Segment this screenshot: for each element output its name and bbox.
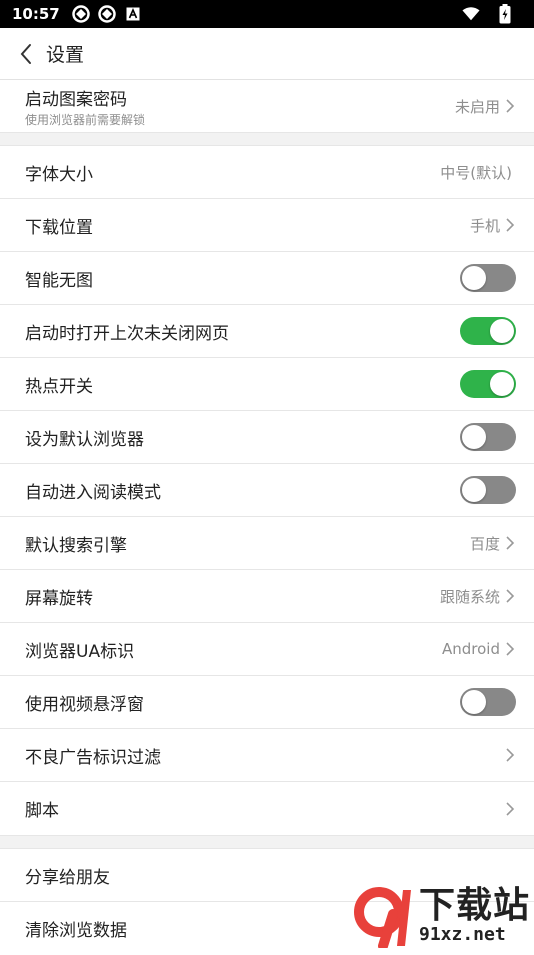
- setting-label: 屏幕旋转: [25, 588, 93, 609]
- setting-default-browser[interactable]: 设为默认浏览器: [0, 411, 534, 464]
- setting-label: 清除浏览数据: [25, 921, 127, 941]
- back-button[interactable]: [12, 40, 40, 68]
- setting-label: 热点开关: [25, 376, 93, 397]
- setting-clear-data[interactable]: 清除浏览数据: [0, 902, 534, 955]
- chevron-right-icon: [504, 217, 516, 233]
- setting-value: 手机: [469, 216, 500, 235]
- setting-label: 下载位置: [25, 217, 93, 238]
- setting-value: Android: [442, 640, 500, 658]
- setting-auto-reading-mode[interactable]: 自动进入阅读模式: [0, 464, 534, 517]
- toggle-knob: [462, 266, 486, 290]
- chevron-right-icon: [504, 747, 516, 763]
- wifi-icon: [462, 5, 480, 23]
- setting-font-size[interactable]: 字体大小 中号(默认): [0, 146, 534, 199]
- sync-icon-2: [98, 5, 116, 23]
- setting-hotspot[interactable]: 热点开关: [0, 358, 534, 411]
- setting-subtitle: 使用浏览器前需要解锁: [25, 112, 146, 127]
- setting-pattern-lock[interactable]: 启动图案密码 使用浏览器前需要解锁 未启用: [0, 80, 534, 132]
- setting-label: 启动图案密码: [25, 89, 127, 110]
- setting-screen-rotation[interactable]: 屏幕旋转 跟随系统: [0, 570, 534, 623]
- setting-label: 启动时打开上次未关闭网页: [25, 323, 229, 344]
- page-title: 设置: [46, 44, 85, 66]
- settings-group-security: 启动图案密码 使用浏览器前需要解锁 未启用: [0, 80, 534, 132]
- toggle-knob: [462, 425, 486, 449]
- settings-group-other: 分享给朋友 清除浏览数据: [0, 849, 534, 955]
- battery-charging-icon: [496, 4, 514, 24]
- chevron-right-icon: [504, 98, 516, 114]
- setting-value: 中号(默认): [440, 163, 512, 182]
- toggle-switch[interactable]: [460, 370, 516, 398]
- setting-ad-filter[interactable]: 不良广告标识过滤: [0, 729, 534, 782]
- sync-icon: [72, 5, 90, 23]
- setting-download-location[interactable]: 下载位置 手机: [0, 199, 534, 252]
- setting-value: 百度: [469, 534, 500, 553]
- toggle-knob: [490, 319, 514, 343]
- setting-share[interactable]: 分享给朋友: [0, 849, 534, 902]
- toggle-knob: [462, 478, 486, 502]
- toggle-switch[interactable]: [460, 423, 516, 451]
- toggle-switch[interactable]: [460, 264, 516, 292]
- chevron-right-icon: [504, 535, 516, 551]
- setting-label: 浏览器UA标识: [25, 641, 135, 662]
- setting-scripts[interactable]: 脚本: [0, 782, 534, 835]
- setting-label: 不良广告标识过滤: [25, 747, 161, 768]
- setting-label: 默认搜索引擎: [25, 535, 127, 556]
- chevron-right-icon: [504, 588, 516, 604]
- section-divider: [0, 835, 534, 849]
- setting-restore-tabs[interactable]: 启动时打开上次未关闭网页: [0, 305, 534, 358]
- section-divider: [0, 132, 534, 146]
- settings-group-general: 字体大小 中号(默认) 下载位置 手机 智能无图 启动时打开上次未关闭网页 热点…: [0, 146, 534, 835]
- status-time: 10:57: [12, 5, 60, 23]
- setting-user-agent[interactable]: 浏览器UA标识 Android: [0, 623, 534, 676]
- toggle-switch[interactable]: [460, 476, 516, 504]
- chevron-right-icon: [504, 641, 516, 657]
- toggle-switch[interactable]: [460, 317, 516, 345]
- toggle-knob: [490, 372, 514, 396]
- setting-value: 跟随系统: [439, 587, 500, 606]
- toggle-knob: [462, 690, 486, 714]
- setting-label: 设为默认浏览器: [25, 429, 144, 450]
- setting-search-engine[interactable]: 默认搜索引擎 百度: [0, 517, 534, 570]
- setting-floating-video[interactable]: 使用视频悬浮窗: [0, 676, 534, 729]
- setting-label: 字体大小: [25, 164, 93, 185]
- setting-smart-no-image[interactable]: 智能无图: [0, 252, 534, 305]
- setting-label: 自动进入阅读模式: [25, 482, 161, 503]
- chevron-right-icon: [504, 801, 516, 817]
- app-bar: 设置: [0, 28, 534, 80]
- setting-label: 分享给朋友: [25, 867, 110, 888]
- setting-label: 脚本: [25, 801, 59, 821]
- setting-value: 未启用: [454, 97, 500, 116]
- chevron-left-icon: [20, 43, 31, 64]
- setting-label: 使用视频悬浮窗: [25, 694, 144, 715]
- setting-label: 智能无图: [25, 270, 93, 291]
- status-bar: 10:57: [0, 0, 534, 28]
- app-notification-icon: [124, 5, 142, 23]
- toggle-switch[interactable]: [460, 688, 516, 716]
